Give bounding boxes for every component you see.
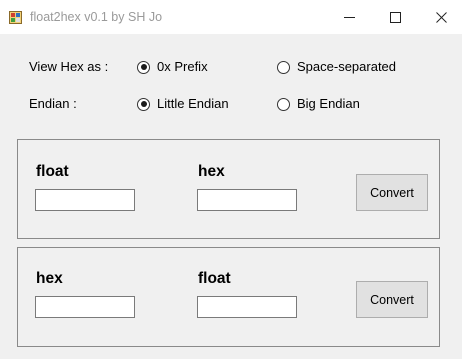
radio-little-endian-indicator[interactable] bbox=[137, 97, 150, 111]
radio-little-endian-label: Little Endian bbox=[157, 96, 229, 111]
float-input-field[interactable] bbox=[35, 189, 135, 211]
float-to-hex-convert-button[interactable]: Convert bbox=[356, 174, 428, 211]
title-bar[interactable]: float2hex v0.1 by SH Jo bbox=[0, 0, 464, 34]
hex-output-field[interactable] bbox=[197, 189, 297, 211]
float-to-hex-group: float hex Convert bbox=[17, 139, 440, 239]
hex-input-field[interactable] bbox=[35, 296, 135, 318]
radio-0x-prefix-indicator[interactable] bbox=[137, 60, 150, 74]
app-icon bbox=[9, 11, 22, 24]
radio-big-endian-label: Big Endian bbox=[297, 96, 360, 111]
radio-big-endian-indicator[interactable] bbox=[277, 97, 290, 111]
hex-to-float-group: hex float Convert bbox=[17, 247, 440, 347]
minimize-icon bbox=[343, 16, 355, 18]
hex-output-label: hex bbox=[198, 163, 225, 180]
window-title: float2hex v0.1 by SH Jo bbox=[30, 10, 163, 24]
maximize-icon bbox=[389, 11, 401, 23]
radio-space-separated-label: Space-separated bbox=[297, 59, 397, 74]
app-window: float2hex v0.1 by SH Jo View Hex as : 0x… bbox=[0, 0, 464, 359]
close-button[interactable] bbox=[418, 0, 464, 34]
view-hex-label: View Hex as : bbox=[29, 59, 109, 74]
maximize-button[interactable] bbox=[372, 0, 418, 34]
endian-label: Endian : bbox=[29, 96, 77, 111]
radio-space-separated[interactable]: Space-separated bbox=[277, 59, 396, 75]
hex-input-label: hex bbox=[36, 270, 63, 287]
hex-to-float-convert-button[interactable]: Convert bbox=[356, 281, 428, 318]
close-icon bbox=[435, 11, 447, 23]
client-area: View Hex as : 0x Prefix Space-separated … bbox=[0, 34, 462, 359]
radio-little-endian[interactable]: Little Endian bbox=[137, 96, 229, 112]
radio-space-separated-indicator[interactable] bbox=[277, 60, 290, 74]
radio-big-endian[interactable]: Big Endian bbox=[277, 96, 360, 112]
float-input-label: float bbox=[36, 163, 69, 180]
minimize-button[interactable] bbox=[326, 0, 372, 34]
float-output-label: float bbox=[198, 270, 231, 287]
radio-0x-prefix[interactable]: 0x Prefix bbox=[137, 59, 208, 75]
float-output-field[interactable] bbox=[197, 296, 297, 318]
radio-0x-prefix-label: 0x Prefix bbox=[157, 59, 208, 74]
